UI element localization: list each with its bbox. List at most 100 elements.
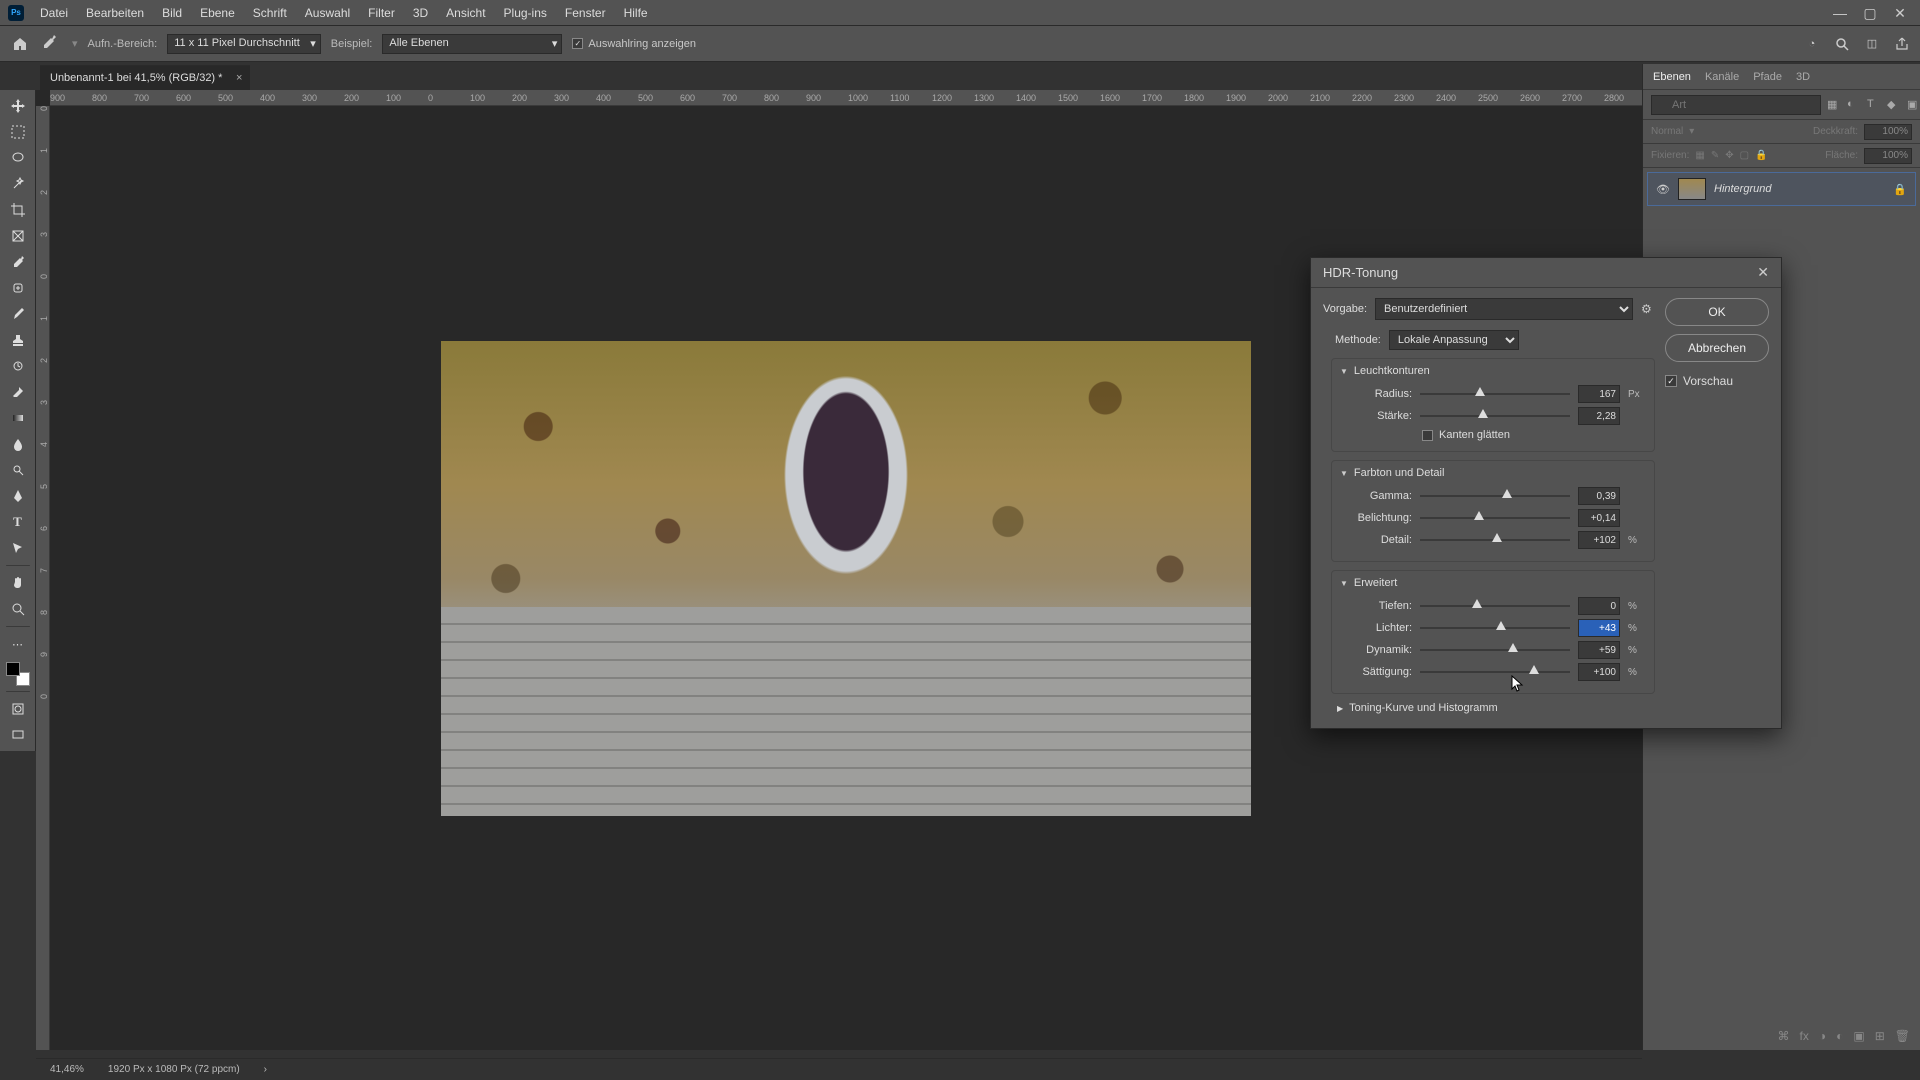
tab-3d[interactable]: 3D [1796, 71, 1810, 83]
ok-button[interactable]: OK [1665, 298, 1769, 326]
highlight-input[interactable] [1578, 619, 1620, 637]
lock-all-icon[interactable]: 🔒 [1755, 150, 1767, 161]
opacity-input[interactable] [1864, 124, 1912, 140]
layer-name[interactable]: Hintergrund [1714, 183, 1771, 195]
fx-icon[interactable]: fx [1800, 1029, 1809, 1043]
eraser-tool-icon[interactable] [4, 380, 32, 404]
filter-type-icon[interactable]: T [1867, 98, 1881, 112]
vibrance-slider[interactable] [1420, 643, 1570, 657]
share-icon[interactable] [1894, 36, 1910, 52]
section-toning-curve[interactable]: ▶ Toning-Kurve und Histogramm [1337, 702, 1655, 714]
quickmask-icon[interactable] [4, 697, 32, 721]
lock-artboard-icon[interactable]: ▢ [1740, 150, 1749, 161]
restore-icon[interactable]: ▢ [1864, 7, 1876, 19]
type-tool-icon[interactable]: T [4, 510, 32, 534]
mask-icon[interactable]: ◑ [1819, 1029, 1826, 1043]
menu-item[interactable]: Filter [360, 3, 403, 23]
lock-brush-icon[interactable]: ✎ [1711, 150, 1719, 161]
gamma-slider[interactable] [1420, 489, 1570, 503]
exposure-input[interactable] [1578, 509, 1620, 527]
filter-smart-icon[interactable]: ▣ [1907, 98, 1920, 112]
fill-input[interactable] [1864, 148, 1912, 164]
eyedropper-icon[interactable] [40, 33, 62, 55]
pen-tool-icon[interactable] [4, 484, 32, 508]
disclosure-icon[interactable]: ▼ [1340, 469, 1348, 478]
exposure-slider[interactable] [1420, 511, 1570, 525]
menu-item[interactable]: Bearbeiten [78, 3, 152, 23]
blend-mode-select[interactable]: Normal [1651, 126, 1683, 137]
saturation-input[interactable] [1578, 663, 1620, 681]
close-icon[interactable]: ✕ [1894, 7, 1906, 19]
home-icon[interactable] [10, 34, 30, 54]
menu-item[interactable]: Bild [154, 3, 190, 23]
menu-item[interactable]: Datei [32, 3, 76, 23]
wand-tool-icon[interactable] [4, 172, 32, 196]
dialog-close-icon[interactable]: ✕ [1757, 264, 1769, 281]
disclosure-icon[interactable]: ▼ [1340, 367, 1348, 376]
new-layer-icon[interactable]: ⊞ [1875, 1029, 1885, 1043]
vibrance-input[interactable] [1578, 641, 1620, 659]
cancel-button[interactable]: Abbrechen [1665, 334, 1769, 362]
show-ring-checkbox[interactable]: ✓Auswahlring anzeigen [572, 38, 696, 50]
adjustment-icon[interactable]: ◐ [1836, 1029, 1843, 1043]
lock-move-icon[interactable]: ✥ [1725, 150, 1733, 161]
preview-checkbox[interactable]: ✓Vorschau [1665, 374, 1769, 388]
menu-item[interactable]: 3D [405, 3, 436, 23]
detail-input[interactable] [1578, 531, 1620, 549]
menu-item[interactable]: Fenster [557, 3, 614, 23]
marquee-tool-icon[interactable] [4, 120, 32, 144]
menu-item[interactable]: Auswahl [297, 3, 358, 23]
disclosure-icon[interactable]: ▼ [1340, 579, 1348, 588]
radius-slider[interactable] [1420, 387, 1570, 401]
zoom-level[interactable]: 41,46% [50, 1064, 84, 1075]
group-icon[interactable]: ▣ [1853, 1029, 1864, 1043]
preset-select[interactable]: Benutzerdefiniert [1375, 298, 1633, 320]
saturation-slider[interactable] [1420, 665, 1570, 679]
tab-close-icon[interactable]: × [236, 72, 242, 84]
trash-icon[interactable]: 🗑 [1895, 1029, 1910, 1043]
strength-input[interactable] [1578, 407, 1620, 425]
gradient-tool-icon[interactable] [4, 406, 32, 430]
document-tab[interactable]: Unbenannt-1 bei 41,5% (RGB/32) * × [40, 65, 250, 90]
layer-filter-input[interactable] [1651, 95, 1821, 115]
heal-tool-icon[interactable] [4, 276, 32, 300]
layer-thumbnail[interactable] [1678, 178, 1706, 200]
filter-shape-icon[interactable]: ◆ [1887, 98, 1901, 112]
method-select[interactable]: Lokale Anpassung [1389, 330, 1519, 350]
lock-icon[interactable]: 🔒 [1893, 183, 1907, 196]
history-brush-icon[interactable] [4, 354, 32, 378]
visibility-icon[interactable]: 👁 [1656, 183, 1670, 196]
lock-pixels-icon[interactable]: ▦ [1695, 150, 1704, 161]
color-swatches[interactable] [6, 662, 30, 686]
detail-slider[interactable] [1420, 533, 1570, 547]
brush-tool-icon[interactable] [4, 302, 32, 326]
menu-item[interactable]: Ansicht [438, 3, 493, 23]
blur-tool-icon[interactable] [4, 432, 32, 456]
search-icon[interactable] [1834, 36, 1850, 52]
cloud-icon[interactable]: ◔ [1804, 36, 1820, 52]
shadow-slider[interactable] [1420, 599, 1570, 613]
crop-tool-icon[interactable] [4, 198, 32, 222]
preset-gear-icon[interactable]: ⚙ [1641, 302, 1655, 316]
stamp-tool-icon[interactable] [4, 328, 32, 352]
sample-layer-select[interactable]: Alle Ebenen ▾ [382, 34, 562, 54]
edit-toolbar-icon[interactable]: ⋯ [4, 632, 32, 656]
filter-adjust-icon[interactable]: ◐ [1847, 98, 1861, 112]
tab-layers[interactable]: Ebenen [1653, 71, 1691, 83]
menu-item[interactable]: Hilfe [616, 3, 656, 23]
shadow-input[interactable] [1578, 597, 1620, 615]
move-tool-icon[interactable] [4, 94, 32, 118]
link-icon[interactable]: ⌘ [1778, 1029, 1790, 1043]
eyedropper-tool-icon[interactable] [4, 250, 32, 274]
filter-pixel-icon[interactable]: ▦ [1827, 98, 1841, 112]
frame-tool-icon[interactable] [4, 224, 32, 248]
menu-item[interactable]: Plug-ins [496, 3, 555, 23]
path-select-icon[interactable] [4, 536, 32, 560]
gamma-input[interactable] [1578, 487, 1620, 505]
doc-info[interactable]: 1920 Px x 1080 Px (72 ppcm) [108, 1064, 240, 1075]
doc-info-arrow-icon[interactable]: › [264, 1064, 267, 1075]
menu-item[interactable]: Schrift [245, 3, 295, 23]
sample-size-select[interactable]: 11 x 11 Pixel Durchschnitt ▾ [167, 34, 321, 54]
strength-slider[interactable] [1420, 409, 1570, 423]
minimize-icon[interactable]: — [1834, 7, 1846, 19]
